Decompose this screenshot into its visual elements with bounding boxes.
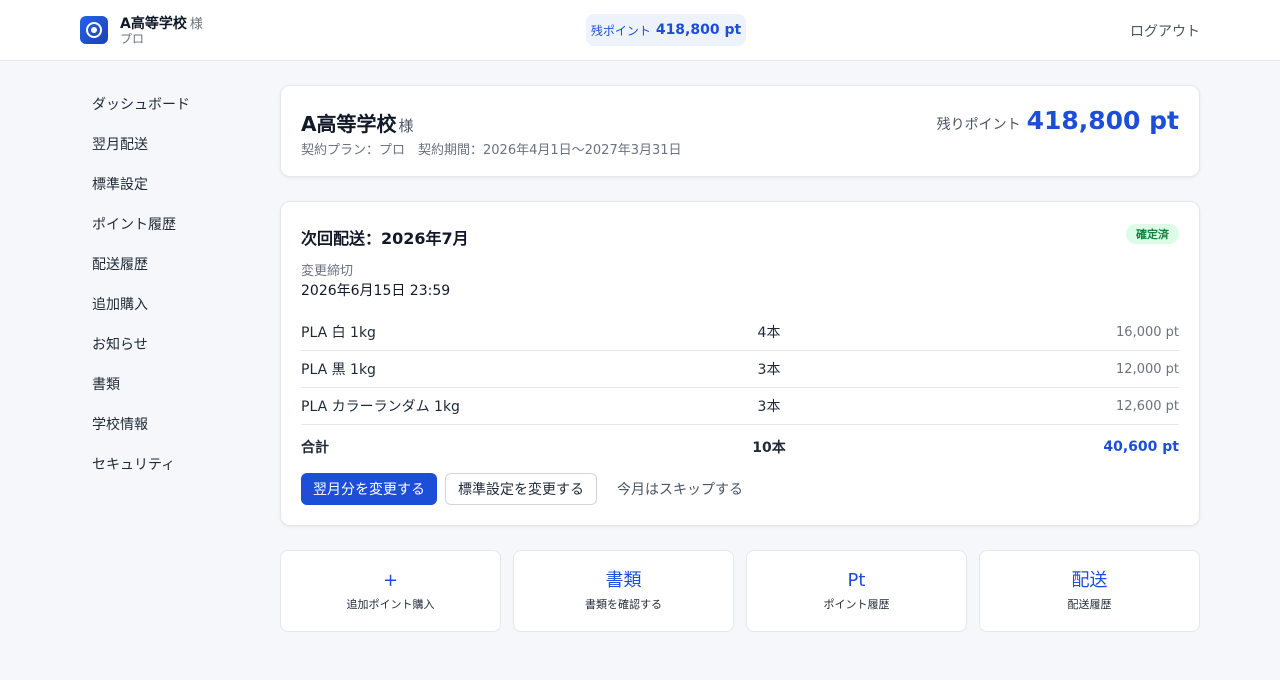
quick-link-add-points[interactable]: + 追加ポイント購入	[280, 550, 501, 632]
quick-link-label: 配送履歴	[1067, 597, 1112, 611]
table-row: PLA カラーランダム 1kg 3本 12,600 pt	[301, 388, 1179, 425]
quick-link-point-history[interactable]: Pt ポイント履歴	[746, 550, 967, 632]
next-delivery-title: 次回配送：2026年7月	[301, 229, 469, 248]
sidebar-item-additional-purchase[interactable]: 追加購入	[80, 284, 260, 324]
points-pill: 残ポイント 418,800 pt	[586, 14, 746, 46]
sidebar-item-next-month-delivery[interactable]: 翌月配送	[80, 124, 260, 164]
points-pill-value: 418,800 pt	[655, 22, 742, 38]
school-suffix: 様	[398, 117, 414, 135]
school-name: A高等学校	[301, 112, 397, 136]
total-label: 合計	[301, 440, 329, 456]
item-points: 12,600 pt	[1116, 398, 1179, 414]
top-header: A高等学校様 プロ 残ポイント 418,800 pt ログアウト	[0, 0, 1280, 61]
item-points: 12,000 pt	[1116, 361, 1179, 377]
skip-this-month-button[interactable]: 今月はスキップする	[617, 473, 743, 505]
change-default-settings-button[interactable]: 標準設定を変更する	[445, 473, 597, 505]
quick-link-head: Pt	[847, 570, 866, 592]
brand-text: A高等学校様 プロ	[120, 14, 203, 47]
delivery-items-table: PLA 白 1kg 4本 16,000 pt PLA 黒 1kg 3本 12,0…	[301, 314, 1179, 469]
item-qty: 3本	[757, 399, 781, 415]
total-qty: 10本	[752, 440, 786, 456]
table-row: PLA 黒 1kg 3本 12,000 pt	[301, 351, 1179, 388]
sidebar-item-point-history[interactable]: ポイント履歴	[80, 204, 260, 244]
item-qty: 3本	[757, 362, 781, 378]
sidebar-item-notices[interactable]: お知らせ	[80, 324, 260, 364]
table-row: PLA 白 1kg 4本 16,000 pt	[301, 314, 1179, 351]
main-content: A高等学校様 契約プラン：プロ 契約期間：2026年4月1日〜2027年3月31…	[280, 85, 1200, 632]
next-delivery-card: 次回配送：2026年7月 確定済 変更締切 2026年6月15日 23:59 P…	[280, 201, 1200, 526]
change-next-month-button[interactable]: 翌月分を変更する	[301, 473, 437, 505]
status-badge: 確定済	[1126, 224, 1179, 244]
deadline-value: 2026年6月15日 23:59	[301, 283, 451, 299]
sidebar-item-school-info[interactable]: 学校情報	[80, 404, 260, 444]
deadline-label: 変更締切	[301, 264, 354, 279]
contract-info: 契約プラン：プロ 契約期間：2026年4月1日〜2027年3月31日	[301, 143, 682, 158]
total-row: 合計 10本 40,600 pt	[301, 425, 1179, 469]
item-name: PLA カラーランダム 1kg	[301, 399, 460, 415]
brand[interactable]: A高等学校様 プロ	[80, 14, 203, 47]
quick-link-label: 書類を確認する	[585, 597, 662, 611]
sidebar-item-dashboard[interactable]: ダッシュボード	[80, 84, 260, 124]
sidebar-item-documents[interactable]: 書類	[80, 364, 260, 404]
quick-link-label: 追加ポイント購入	[346, 597, 435, 611]
brand-plan: プロ	[120, 31, 145, 46]
remaining-points: 残りポイント 418,800 pt	[937, 106, 1179, 135]
quick-link-head: 配送	[1071, 570, 1108, 592]
brand-school-name: A高等学校	[120, 16, 187, 32]
page-title: A高等学校様	[301, 108, 414, 137]
account-summary-card: A高等学校様 契約プラン：プロ 契約期間：2026年4月1日〜2027年3月31…	[280, 85, 1200, 177]
quick-link-head: 書類	[605, 570, 642, 592]
sidebar-item-security[interactable]: セキュリティ	[80, 444, 260, 484]
delivery-actions: 翌月分を変更する 標準設定を変更する 今月はスキップする	[301, 473, 743, 505]
quick-link-delivery-history[interactable]: 配送 配送履歴	[979, 550, 1200, 632]
quick-link-documents[interactable]: 書類 書類を確認する	[513, 550, 734, 632]
app-logo-icon	[80, 16, 108, 45]
remaining-points-label: 残りポイント	[936, 117, 1021, 133]
brand-suffix: 様	[189, 17, 203, 32]
total-points: 40,600 pt	[1103, 439, 1179, 455]
item-points: 16,000 pt	[1116, 324, 1179, 340]
logout-link[interactable]: ログアウト	[1130, 21, 1200, 41]
sidebar-item-delivery-history[interactable]: 配送履歴	[80, 244, 260, 284]
remaining-points-value: 418,800 pt	[1026, 106, 1179, 135]
plus-icon: +	[382, 570, 399, 592]
sidebar-item-default-settings[interactable]: 標準設定	[80, 164, 260, 204]
sidebar: ダッシュボード 翌月配送 標準設定 ポイント履歴 配送履歴 追加購入 お知らせ …	[80, 84, 260, 484]
quick-link-label: ポイント履歴	[823, 597, 890, 611]
item-qty: 4本	[757, 325, 781, 341]
points-pill-label: 残ポイント	[590, 23, 651, 38]
item-name: PLA 白 1kg	[301, 325, 376, 341]
item-name: PLA 黒 1kg	[301, 362, 376, 378]
quick-links: + 追加ポイント購入 書類 書類を確認する Pt ポイント履歴 配送 配送履歴	[280, 550, 1200, 632]
